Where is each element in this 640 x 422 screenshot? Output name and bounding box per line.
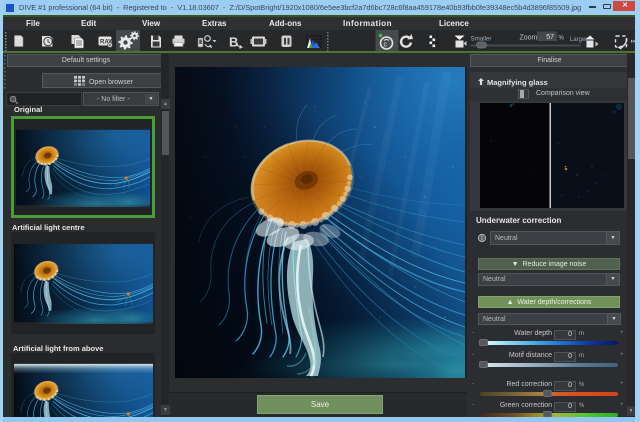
svg-text:Zoom: Zoom	[520, 35, 538, 42]
svg-text:%: %	[559, 36, 565, 42]
svg-text:57: 57	[546, 34, 554, 41]
svg-text:c: c	[384, 42, 388, 49]
svg-text:Smaller: Smaller	[471, 36, 492, 43]
svg-text:B: B	[229, 35, 238, 50]
svg-text:Larger: Larger	[570, 37, 587, 43]
